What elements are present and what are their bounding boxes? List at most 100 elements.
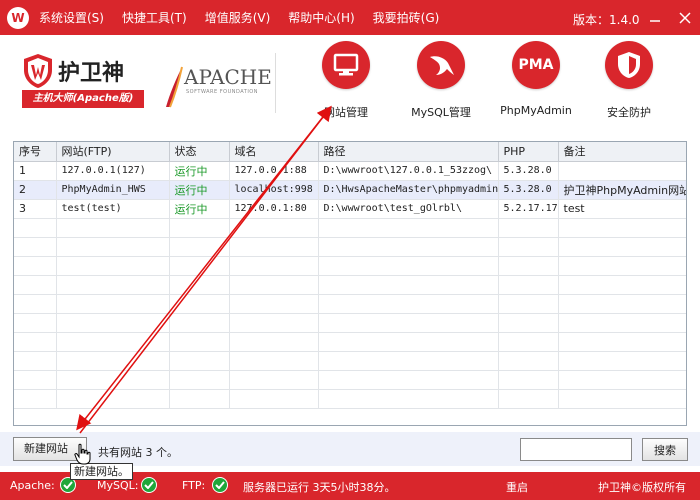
cell-site: 127.0.0.1(127) [56, 161, 170, 181]
table-row[interactable] [14, 294, 686, 314]
cell-path [318, 313, 499, 333]
cell-site [56, 237, 170, 257]
cell-php [498, 389, 559, 409]
header-divider [275, 53, 276, 113]
cell-site [56, 294, 170, 314]
cell-note: test [558, 199, 686, 219]
cell-status: 运行中 [169, 199, 230, 219]
brand-name: 护卫神 [58, 61, 125, 86]
cell-site: test(test) [56, 199, 170, 219]
hand-cursor-icon [74, 443, 91, 465]
menu-system-settings[interactable]: 系统设置(S) [39, 9, 104, 26]
table-row[interactable] [14, 332, 686, 352]
table-row[interactable] [14, 237, 686, 257]
bottom-toolbar: 新建网站 共有网站 3 个。 搜索 [0, 432, 700, 466]
cell-note [558, 294, 686, 314]
cell-index: 3 [14, 199, 57, 219]
restart-link[interactable]: 重启 [506, 479, 528, 495]
pma-icon[interactable]: PMA [512, 41, 560, 89]
cell-php [498, 294, 559, 314]
version-label: 版本：1.4.0 [573, 13, 640, 27]
search-button[interactable]: 搜索 [642, 438, 688, 461]
tool-security-protection[interactable]: 安全防护 [584, 41, 674, 120]
tool-mysql-management[interactable]: MySQL管理 [396, 41, 486, 120]
cell-path [318, 275, 499, 295]
shield-logo-icon [24, 54, 52, 88]
shield-icon[interactable] [605, 41, 653, 89]
table-row[interactable] [14, 313, 686, 333]
apache-logo-text: APACHE [184, 65, 272, 89]
column-header-domain[interactable]: 域名 [229, 142, 319, 162]
header-panel: 护卫神 主机大师(Apache版) APACHE SOFTWARE FOUNDA… [0, 35, 700, 130]
cell-site [56, 275, 170, 295]
table-row[interactable] [14, 389, 686, 409]
tool-label: 安全防护 [607, 106, 651, 119]
cell-site [56, 389, 170, 409]
cell-site: PhpMyAdmin_HWS [56, 180, 170, 200]
table-row[interactable] [14, 218, 686, 238]
column-header-site[interactable]: 网站(FTP) [56, 142, 170, 162]
cell-php [498, 351, 559, 371]
cell-php [498, 370, 559, 390]
cell-path [318, 237, 499, 257]
cell-path [318, 294, 499, 314]
cell-status [169, 332, 230, 352]
cell-site [56, 370, 170, 390]
tool-site-management[interactable]: 网站管理 [301, 41, 391, 120]
column-header-status[interactable]: 状态 [169, 142, 230, 162]
cell-php [498, 275, 559, 295]
mysql-dolphin-icon[interactable] [417, 41, 465, 89]
cell-site [56, 313, 170, 333]
cell-domain [229, 389, 319, 409]
tool-phpmyadmin[interactable]: PMA PhpMyAdmin [491, 41, 581, 117]
cell-index [14, 351, 57, 371]
cell-status [169, 218, 230, 238]
cell-status [169, 275, 230, 295]
cell-domain: localhost:998 [229, 180, 319, 200]
cell-status [169, 389, 230, 409]
cell-domain: 127.0.0.1:88 [229, 161, 319, 181]
apache-logo-subtext: SOFTWARE FOUNDATION [186, 89, 258, 95]
column-header-path[interactable]: 路径 [318, 142, 499, 162]
column-header-index[interactable]: 序号 [14, 142, 57, 162]
cell-index [14, 313, 57, 333]
cell-index [14, 218, 57, 238]
minimize-icon[interactable] [640, 0, 670, 35]
table-row[interactable] [14, 370, 686, 390]
close-icon[interactable] [670, 0, 700, 35]
cell-php: 5.2.17.17 [498, 199, 559, 219]
menu-help-center[interactable]: 帮助中心(H) [288, 9, 354, 26]
new-site-tooltip: 新建网站。 [70, 463, 133, 480]
site-list-table[interactable]: 序号 网站(FTP) 状态 域名 路径 PHP 备注 1 127.0.0.1(12… [13, 141, 687, 426]
cell-path [318, 389, 499, 409]
table-row[interactable] [14, 256, 686, 276]
cell-note [558, 370, 686, 390]
cell-status [169, 237, 230, 257]
table-row[interactable] [14, 275, 686, 295]
menu-feedback[interactable]: 我要拍砖(G) [373, 9, 440, 26]
cell-domain [229, 332, 319, 352]
monitor-icon[interactable] [322, 41, 370, 89]
cell-domain [229, 351, 319, 371]
cell-note [558, 389, 686, 409]
menu-quick-tools[interactable]: 快捷工具(T) [122, 9, 187, 26]
tool-label: 网站管理 [324, 106, 368, 119]
cell-note [558, 313, 686, 333]
column-header-note[interactable]: 备注 [558, 142, 686, 162]
app-logo-icon[interactable]: W [7, 6, 29, 29]
cell-php [498, 332, 559, 352]
cell-index [14, 370, 57, 390]
ftp-ok-icon [212, 477, 228, 493]
table-row[interactable]: 3 test(test) 运行中 127.0.0.1:80 D:\wwwroot\tes… [14, 199, 686, 219]
mysql-ok-icon [141, 477, 157, 493]
main-menu: 系统设置(S) 快捷工具(T) 增值服务(V) 帮助中心(H) 我要拍砖(G) [39, 9, 457, 26]
cell-path: D:\wwwroot\127.0.0.1_53zzog\ [318, 161, 499, 181]
table-row[interactable] [14, 351, 686, 371]
search-input[interactable] [520, 438, 632, 461]
cell-site [56, 218, 170, 238]
menu-value-added[interactable]: 增值服务(V) [205, 9, 271, 26]
table-row[interactable]: 2 PhpMyAdmin_HWS 运行中 localhost:998 D:\HwsApa… [14, 180, 686, 200]
column-header-php[interactable]: PHP [498, 142, 559, 162]
table-row[interactable]: 1 127.0.0.1(127) 运行中 127.0.0.1:88 D:\wwwroot… [14, 161, 686, 181]
cell-domain: 127.0.0.1:80 [229, 199, 319, 219]
